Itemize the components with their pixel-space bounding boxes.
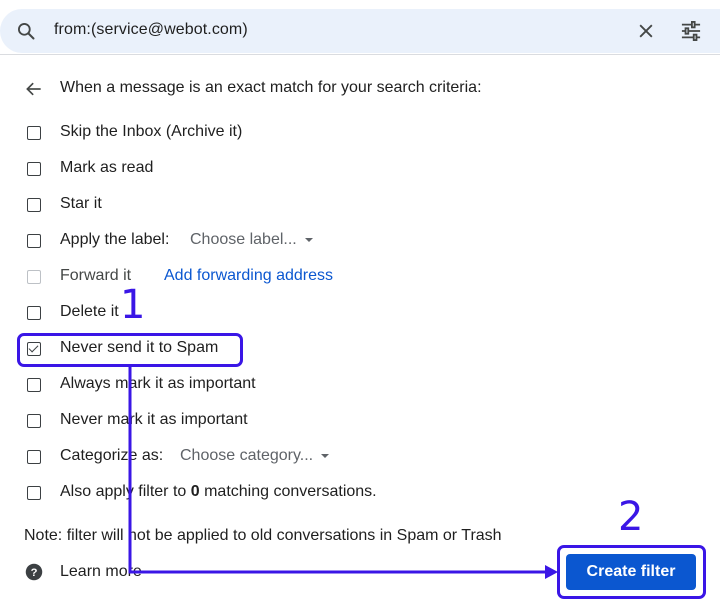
- option-label: Always mark it as important: [60, 375, 256, 392]
- checkbox[interactable]: [27, 126, 41, 140]
- apply-prefix: Also apply filter to: [60, 483, 191, 500]
- caret-down-icon: [304, 237, 313, 242]
- search-query[interactable]: from:(service@webot.com): [54, 21, 248, 39]
- add-forwarding-link[interactable]: Add forwarding address: [164, 267, 333, 285]
- checkbox[interactable]: [27, 450, 41, 464]
- search-icon[interactable]: [16, 21, 36, 41]
- checkbox[interactable]: [27, 306, 41, 320]
- checkbox[interactable]: [27, 486, 41, 500]
- option-label: Delete it: [60, 303, 119, 320]
- checkbox[interactable]: [27, 270, 41, 284]
- checkbox[interactable]: [27, 378, 41, 392]
- option-label: Never mark it as important: [60, 411, 248, 428]
- option-delete[interactable]: Delete it: [0, 299, 720, 327]
- help-icon: ?: [25, 563, 43, 581]
- close-icon[interactable]: [636, 21, 656, 41]
- option-apply-label[interactable]: Apply the label: Choose label...: [0, 227, 720, 255]
- match-count: 0: [190, 483, 200, 500]
- tune-icon[interactable]: [680, 21, 702, 41]
- checkbox[interactable]: [27, 198, 41, 212]
- svg-text:?: ?: [31, 567, 38, 579]
- annotation-highlight-create-filter: [557, 545, 706, 599]
- option-categorize[interactable]: Categorize as: Choose category...: [0, 443, 720, 471]
- option-label: Mark as read: [60, 159, 154, 176]
- label-dropdown-value: Choose label...: [190, 231, 297, 248]
- filter-heading: When a message is an exact match for you…: [60, 79, 482, 96]
- search-divider: [0, 54, 720, 55]
- apply-suffix: matching conversations.: [199, 483, 377, 500]
- option-label: Categorize as:: [60, 447, 164, 464]
- option-label: Apply the label:: [60, 231, 170, 248]
- option-skip-inbox[interactable]: Skip the Inbox (Archive it): [0, 119, 720, 147]
- annotation-step-2: 2: [618, 494, 644, 540]
- option-label: Also apply filter to 0 matching conversa…: [60, 483, 377, 501]
- option-star[interactable]: Star it: [0, 191, 720, 219]
- option-label: Skip the Inbox (Archive it): [60, 123, 243, 140]
- label-dropdown[interactable]: Choose label...: [190, 231, 313, 249]
- back-arrow-icon[interactable]: [24, 79, 44, 99]
- checkbox[interactable]: [27, 162, 41, 176]
- annotation-highlight-never-spam: [17, 333, 243, 367]
- checkbox[interactable]: [27, 234, 41, 248]
- create-filter-dialog: from:(service@webot.com) When a message …: [0, 0, 720, 601]
- option-mark-read[interactable]: Mark as read: [0, 155, 720, 183]
- option-forward[interactable]: Forward it Add forwarding address: [0, 263, 720, 291]
- annotation-step-1: 1: [120, 282, 146, 328]
- filter-note: Note: filter will not be applied to old …: [24, 527, 502, 544]
- search-bar[interactable]: from:(service@webot.com): [0, 9, 720, 53]
- learn-more-link[interactable]: Learn more: [60, 563, 142, 581]
- category-dropdown[interactable]: Choose category...: [180, 447, 330, 465]
- caret-down-icon: [321, 453, 330, 458]
- option-always-important[interactable]: Always mark it as important: [0, 371, 720, 399]
- checkbox[interactable]: [27, 414, 41, 428]
- category-dropdown-value: Choose category...: [180, 447, 314, 464]
- option-label: Star it: [60, 195, 102, 212]
- option-apply-existing[interactable]: Also apply filter to 0 matching conversa…: [0, 479, 720, 507]
- option-never-important[interactable]: Never mark it as important: [0, 407, 720, 435]
